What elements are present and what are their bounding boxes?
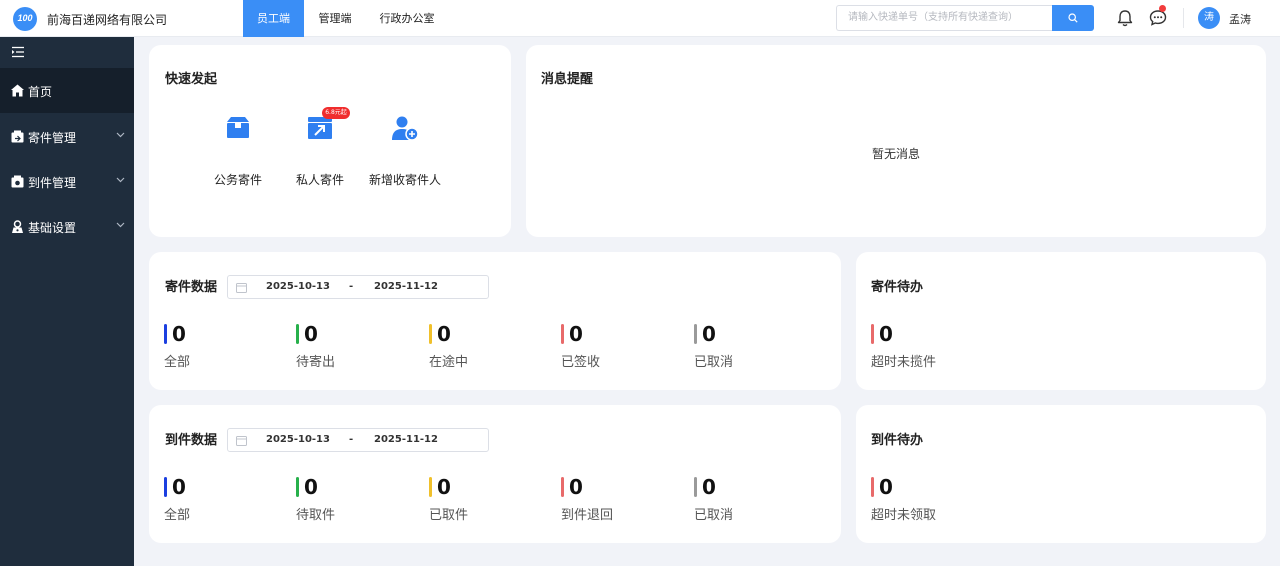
add-contact-icon xyxy=(392,116,419,141)
quick-item-label: 公务寄件 xyxy=(213,173,262,187)
sidebar-item-label: 基础设置 xyxy=(28,221,77,235)
stat-color-bar xyxy=(871,477,874,497)
settings-lock-icon xyxy=(12,220,23,233)
chevron-down-icon xyxy=(116,177,125,183)
tab-admin-office[interactable]: 行政办公室 xyxy=(370,0,444,37)
sidebar-item-basic-settings[interactable]: 基础设置 xyxy=(0,204,134,249)
receive-package-icon xyxy=(11,175,24,188)
stat-value: 0 xyxy=(569,322,583,346)
stat-label: 全部 xyxy=(164,508,191,523)
sidebar-item-home[interactable]: 首页 xyxy=(0,68,134,113)
stat-value: 0 xyxy=(172,475,186,499)
username[interactable]: 孟涛 xyxy=(1229,11,1251,27)
receive-data-title: 到件数据 xyxy=(165,433,218,448)
receive-data-card: 到件数据 2025-10-13 - 2025-11-12 xyxy=(149,405,841,543)
notification-dot xyxy=(1159,5,1166,12)
company-name: 前海百递网络有限公司 xyxy=(47,13,168,27)
chevron-down-icon xyxy=(116,132,125,138)
quick-add-contact[interactable]: 新增收寄件人 xyxy=(360,113,450,187)
stat-label: 已取消 xyxy=(694,508,734,523)
date-end[interactable]: 2025-11-12 xyxy=(374,281,438,292)
calendar-icon xyxy=(236,436,247,446)
header-divider xyxy=(1183,8,1184,28)
stat-label: 在途中 xyxy=(429,355,469,370)
box-icon xyxy=(227,117,249,138)
stat-value: 0 xyxy=(304,322,318,346)
svg-text:100: 100 xyxy=(17,13,32,23)
stat-color-bar xyxy=(429,324,432,344)
receive-todo-title: 到件待办 xyxy=(871,433,924,448)
quick-official-send[interactable]: 公务寄件 xyxy=(193,113,283,187)
quick-start-title: 快速发起 xyxy=(165,72,218,87)
stat-value: 0 xyxy=(702,475,716,499)
search-input[interactable]: 请输入快递单号（支持所有快递查询） xyxy=(836,5,1053,31)
stat-label: 到件退回 xyxy=(561,508,614,523)
stat-color-bar xyxy=(561,324,564,344)
stat-color-bar xyxy=(296,324,299,344)
stat-value: 0 xyxy=(304,475,318,499)
tab-employee[interactable]: 员工端 xyxy=(243,0,304,37)
search-button[interactable] xyxy=(1052,5,1094,31)
avatar[interactable]: 涛 xyxy=(1198,7,1220,29)
stat-label: 全部 xyxy=(164,355,191,370)
date-separator: - xyxy=(349,434,354,445)
quick-private-send[interactable]: 私人寄件 xyxy=(275,113,365,187)
search-icon xyxy=(1068,13,1078,23)
sidebar: 首页 寄件管理 到件管理 基础设置 xyxy=(0,37,134,566)
empty-message: 暂无消息 xyxy=(871,147,920,161)
bell-icon[interactable] xyxy=(1115,8,1135,28)
send-data-card: 寄件数据 2025-10-13 - 2025-11-12 xyxy=(149,252,841,390)
stat-label: 已取件 xyxy=(429,508,469,523)
calendar-icon xyxy=(236,283,247,293)
stat-label: 待寄出 xyxy=(296,355,336,370)
chat-icon[interactable] xyxy=(1148,8,1168,28)
sidebar-item-label: 到件管理 xyxy=(28,176,77,190)
date-end[interactable]: 2025-11-12 xyxy=(374,434,438,445)
stat-label: 超时未揽件 xyxy=(871,355,937,370)
stat-color-bar xyxy=(871,324,874,344)
menu-collapse-icon[interactable] xyxy=(11,46,25,58)
stat-color-bar xyxy=(296,477,299,497)
stat-color-bar xyxy=(694,477,697,497)
stat-value: 0 xyxy=(702,322,716,346)
stat-color-bar xyxy=(164,477,167,497)
messages-title: 消息提醒 xyxy=(541,72,594,87)
send-package-icon xyxy=(11,130,24,143)
send-date-range-picker[interactable]: 2025-10-13 - 2025-11-12 xyxy=(227,275,489,299)
stat-value: 0 xyxy=(879,475,893,499)
quick-item-label: 新增收寄件人 xyxy=(368,173,441,187)
stat-color-bar xyxy=(164,324,167,344)
tab-management[interactable]: 管理端 xyxy=(310,0,360,37)
stat-value: 0 xyxy=(879,322,893,346)
date-start[interactable]: 2025-10-13 xyxy=(266,281,330,292)
stat-value: 0 xyxy=(172,322,186,346)
date-separator: - xyxy=(349,281,354,292)
chevron-down-icon xyxy=(116,222,125,228)
top-header: 100 前海百递网络有限公司 员工端 管理端 行政办公室 请输入快递单号（支持所… xyxy=(0,0,1280,37)
date-start[interactable]: 2025-10-13 xyxy=(266,434,330,445)
company-logo-icon: 100 xyxy=(13,7,37,31)
sidebar-item-label: 寄件管理 xyxy=(28,131,77,145)
stat-label: 已签收 xyxy=(561,355,601,370)
messages-card: 消息提醒 暂无消息 xyxy=(526,45,1266,237)
stat-label: 待取件 xyxy=(296,508,336,523)
stat-label: 已取消 xyxy=(694,355,734,370)
promo-badge: 6.8元起 xyxy=(322,107,350,119)
send-todo-title: 寄件待办 xyxy=(871,280,924,295)
home-icon xyxy=(11,84,24,97)
quick-item-label: 私人寄件 xyxy=(295,173,344,187)
stat-color-bar xyxy=(694,324,697,344)
sidebar-item-receive-management[interactable]: 到件管理 xyxy=(0,159,134,204)
receive-date-range-picker[interactable]: 2025-10-13 - 2025-11-12 xyxy=(227,428,489,452)
stat-value: 0 xyxy=(437,322,451,346)
stat-color-bar xyxy=(429,477,432,497)
sidebar-item-label: 首页 xyxy=(28,85,53,99)
stat-label: 超时未领取 xyxy=(871,508,937,523)
stat-value: 0 xyxy=(437,475,451,499)
send-data-title: 寄件数据 xyxy=(165,280,218,295)
stat-value: 0 xyxy=(569,475,583,499)
sidebar-item-send-management[interactable]: 寄件管理 xyxy=(0,114,134,159)
stat-color-bar xyxy=(561,477,564,497)
